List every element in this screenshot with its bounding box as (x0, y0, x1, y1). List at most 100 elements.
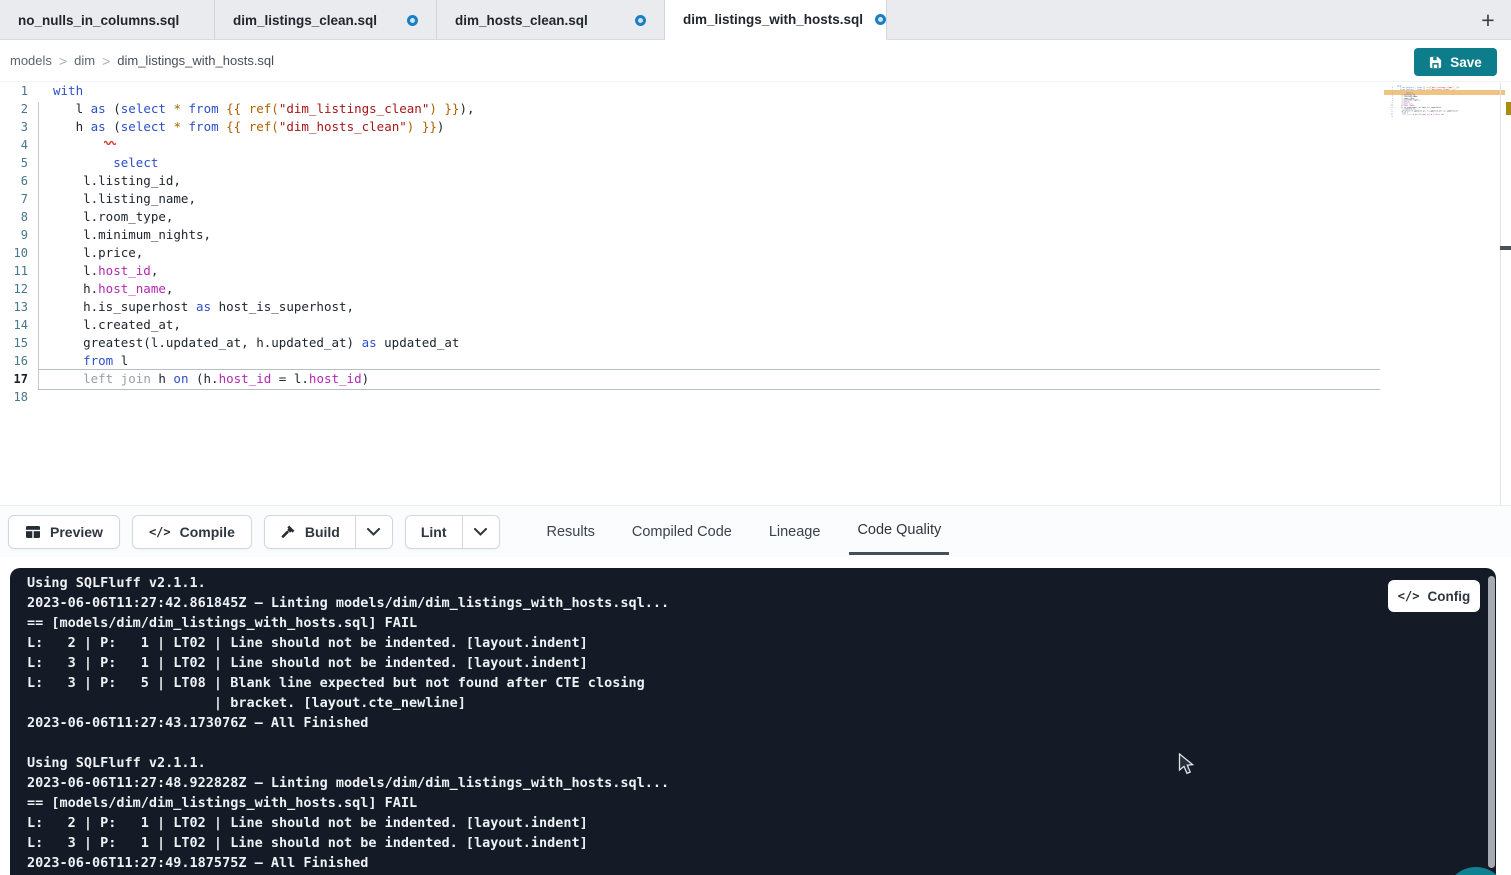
scrollbar-warning-marker (1506, 102, 1511, 115)
terminal-log: Using SQLFluff v2.1.1.2023-06-06T11:27:4… (27, 573, 669, 873)
line-number: 14 (0, 316, 28, 334)
code-line[interactable]: 3 h as (select * from {{ ref("dim_hosts_… (0, 118, 475, 136)
code-line[interactable]: 18 (0, 388, 475, 406)
line-content: l.listing_id, (28, 172, 181, 190)
code-line[interactable]: 2 l as (select * from {{ ref("dim_listin… (0, 100, 475, 118)
code-line[interactable]: 10 l.price, (0, 244, 475, 262)
line-number: 18 (0, 388, 28, 406)
terminal-line: 2023-06-06T11:27:42.861845Z — Linting mo… (27, 593, 669, 613)
breadcrumb-segment: dim_listings_with_hosts.sql (117, 53, 274, 68)
line-number: 10 (0, 244, 28, 262)
file-tab[interactable]: no_nulls_in_columns.sql (0, 0, 215, 40)
terminal-line: Using SQLFluff v2.1.1. (27, 573, 669, 593)
floppy-disk-icon (1429, 56, 1442, 69)
line-number: 1 (0, 82, 28, 100)
unsaved-changes-dot-icon (407, 15, 418, 26)
sql-editor[interactable]: 1with2 l as (select * from {{ ref("dim_l… (0, 82, 1511, 505)
terminal-line: 2023-06-06T11:27:43.173076Z — All Finish… (27, 713, 669, 733)
panel-tab-label: Code Quality (857, 522, 941, 538)
line-content: from l (28, 352, 128, 370)
code-line[interactable]: 17 left join h on (h.host_id = l.host_id… (0, 370, 475, 388)
config-button[interactable]: </> Config (1388, 580, 1480, 612)
save-button[interactable]: Save (1414, 48, 1497, 76)
panel-tab-compiled-code[interactable]: Compiled Code (630, 506, 734, 558)
editor-scrollbar-thumb[interactable] (1500, 246, 1511, 250)
line-content: l.price, (28, 244, 143, 262)
line-content (28, 136, 53, 154)
panel-tab-lineage[interactable]: Lineage (767, 506, 823, 558)
code-line[interactable]: 14 l.created_at, (0, 316, 475, 334)
code-line[interactable]: 12 h.host_name, (0, 280, 475, 298)
code-line[interactable]: 11 l.host_id, (0, 262, 475, 280)
terminal-line: L: 3 | P: 1 | LT02 | Line should not be … (27, 653, 669, 673)
line-content: h.is_superhost as host_is_superhost, (28, 298, 354, 316)
line-number: 11 (0, 262, 28, 280)
code-line[interactable]: 1with (0, 82, 475, 100)
code-line[interactable]: 5 select (0, 154, 475, 172)
terminal-line: L: 3 | P: 5 | LT08 | Blank line expected… (27, 673, 669, 693)
code-line[interactable]: 9 l.minimum_nights, (0, 226, 475, 244)
code-line[interactable]: 16 from l (0, 352, 475, 370)
unsaved-changes-dot-icon (875, 14, 886, 25)
line-number: 12 (0, 280, 28, 298)
build-split-button: Build (264, 515, 393, 549)
file-tab-label: no_nulls_in_columns.sql (18, 13, 179, 28)
panel-tab-results[interactable]: Results (545, 506, 597, 558)
code-line[interactable]: 4 (0, 136, 475, 154)
lint-label: Lint (421, 524, 447, 540)
panel-tab-code-quality[interactable]: Code Quality (855, 506, 943, 558)
lint-button[interactable]: Lint (406, 516, 463, 548)
file-tab[interactable]: dim_listings_clean.sql (215, 0, 437, 40)
line-number: 3 (0, 118, 28, 136)
terminal-line: L: 2 | P: 1 | LT02 | Line should not be … (27, 633, 669, 653)
terminal-line: 2023-06-06T11:27:49.187575Z — All Finish… (27, 853, 669, 873)
line-number: 2 (0, 100, 28, 118)
line-number: 9 (0, 226, 28, 244)
line-number: 15 (0, 334, 28, 352)
code-area[interactable]: 1with2 l as (select * from {{ ref("dim_l… (0, 82, 475, 406)
terminal-line: == [models/dim/dim_listings_with_hosts.s… (27, 613, 669, 633)
build-options-caret[interactable] (356, 516, 392, 548)
table-grid-icon (25, 524, 41, 540)
line-content: greatest(l.updated_at, h.updated_at) as … (28, 334, 459, 352)
line-content: with (28, 82, 83, 100)
code-line[interactable]: 7 l.listing_name, (0, 190, 475, 208)
file-tab[interactable]: dim_hosts_clean.sql (437, 0, 665, 40)
save-button-label: Save (1450, 55, 1482, 70)
file-tab[interactable]: dim_listings_with_hosts.sql (665, 0, 887, 40)
panel-tab-label: Compiled Code (632, 524, 732, 540)
code-area[interactable]: 1with2 l as (select * from {{ ref("dim_l… (1389, 85, 1460, 117)
line-number: 5 (0, 154, 28, 172)
line-content: left join h on (h.host_id = l.host_id) (28, 370, 369, 388)
line-number: 4 (0, 136, 28, 154)
code-line[interactable]: 13 h.is_superhost as host_is_superhost, (0, 298, 475, 316)
build-button[interactable]: Build (265, 516, 356, 548)
new-tab-button[interactable]: + (1471, 0, 1505, 40)
build-label: Build (305, 524, 340, 540)
line-content: l.listing_name, (28, 190, 196, 208)
code-line[interactable]: 8 l.room_type, (0, 208, 475, 226)
preview-button[interactable]: Preview (8, 515, 120, 549)
code-line[interactable]: 15 greatest(l.updated_at, h.updated_at) … (0, 334, 475, 352)
terminal-line (27, 733, 669, 753)
config-label: Config (1427, 589, 1470, 604)
file-tab-label: dim_listings_clean.sql (233, 13, 377, 28)
unsaved-changes-dot-icon (635, 15, 646, 26)
terminal-line: == [models/dim/dim_listings_with_hosts.s… (27, 793, 669, 813)
line-content: l.room_type, (28, 208, 173, 226)
line-number: 13 (0, 298, 28, 316)
chevron-down-icon (367, 528, 380, 536)
line-content: l.host_id, (28, 262, 158, 280)
line-content: l as (select * from {{ ref("dim_listings… (28, 100, 475, 118)
lint-options-caret[interactable] (463, 516, 499, 548)
panel-tabs: Results Compiled Code Lineage Code Quality (545, 506, 944, 558)
code-line[interactable]: 6 l.listing_id, (0, 172, 475, 190)
panel-tab-label: Lineage (769, 524, 821, 540)
compile-button[interactable]: </> Compile (132, 515, 252, 549)
terminal-scrollbar-thumb[interactable] (1488, 576, 1495, 868)
minimap[interactable]: 1with2 l as (select * from {{ ref("dim_l… (1389, 85, 1467, 155)
terminal-line: L: 2 | P: 1 | LT02 | Line should not be … (27, 813, 669, 833)
terminal-line: | bracket. [layout.cte_newline] (27, 693, 669, 713)
editor-tab-bar: no_nulls_in_columns.sql dim_listings_clea… (0, 0, 1511, 40)
panel-tab-label: Results (547, 524, 595, 540)
